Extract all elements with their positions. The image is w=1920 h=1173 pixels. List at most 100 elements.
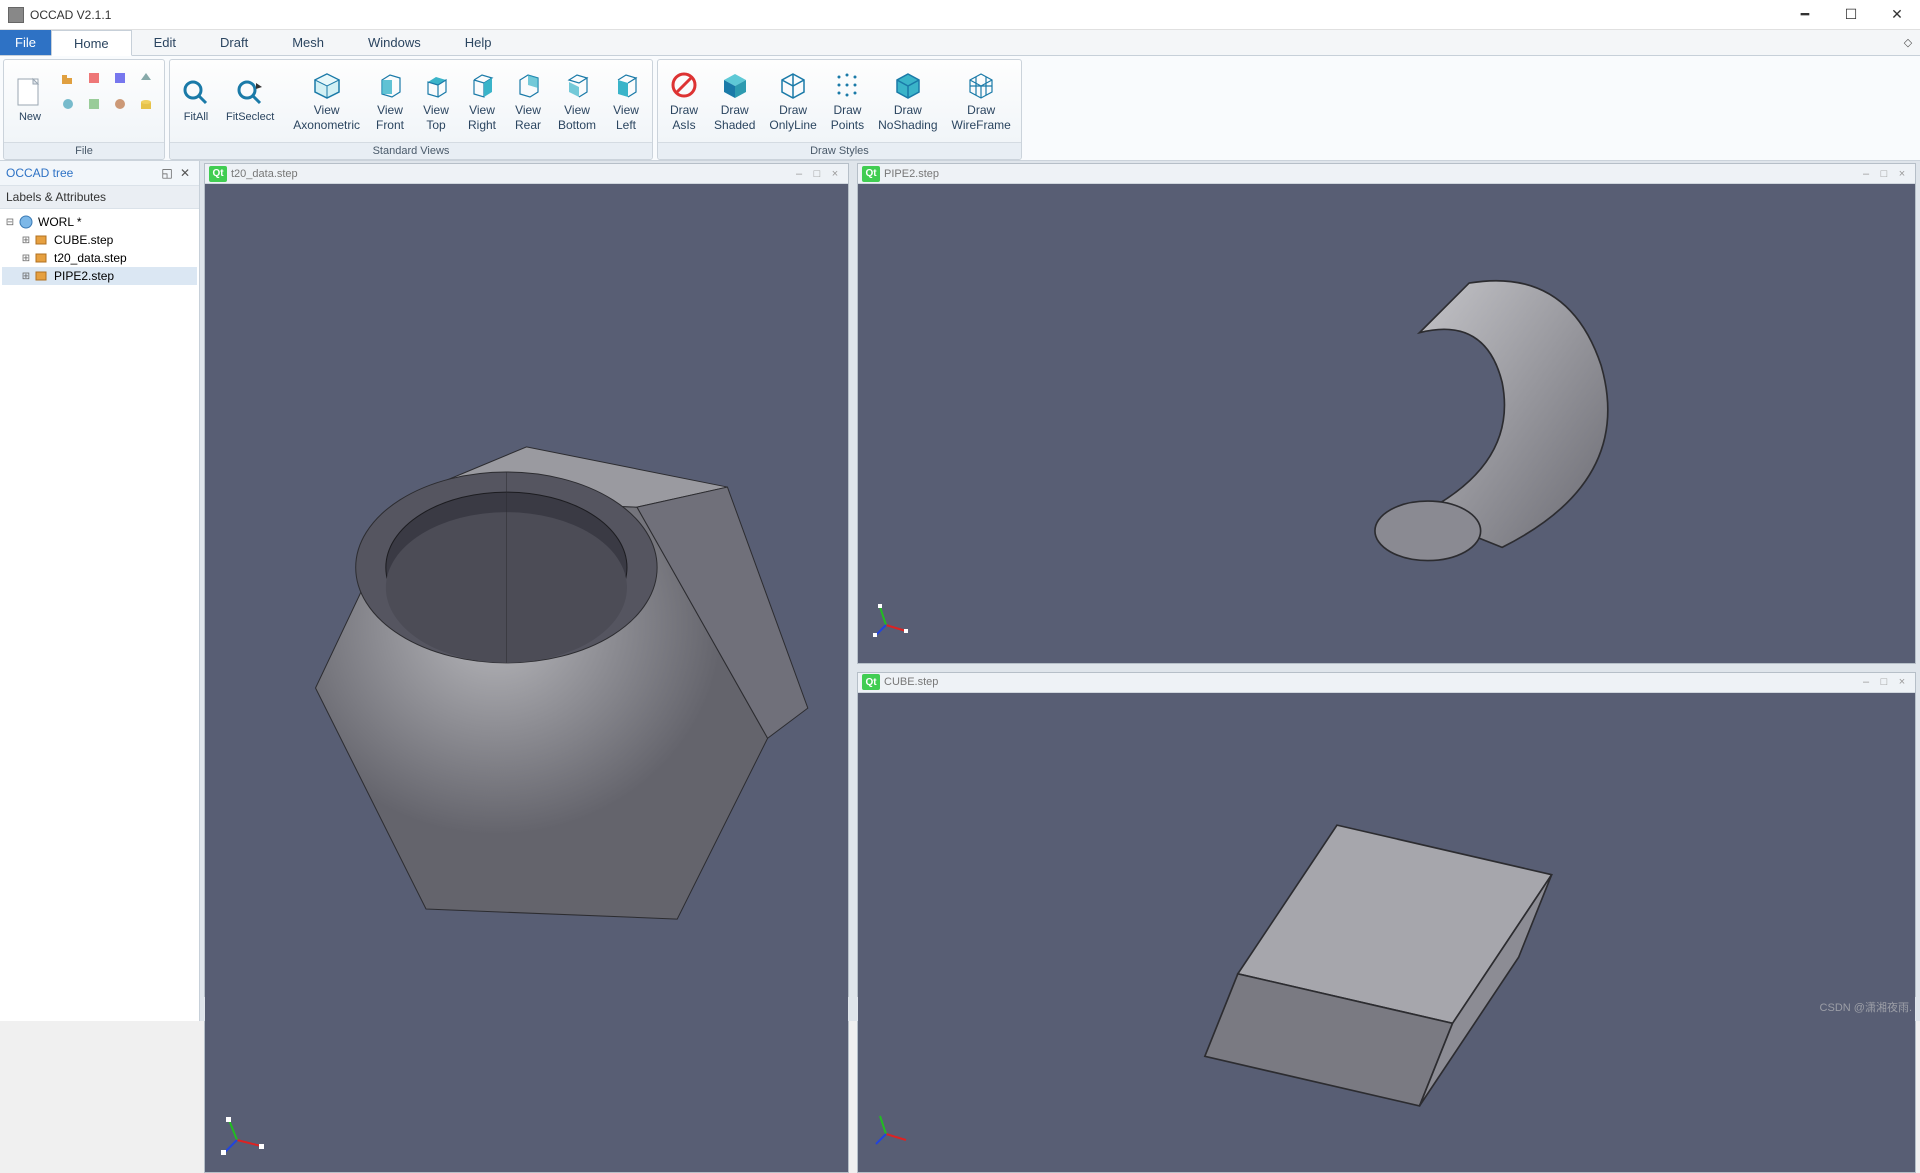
file-tool-1[interactable] <box>57 67 79 89</box>
workspace: OCCAD tree ◱ ✕ Labels & Attributes ⊟ WOR… <box>0 161 1920 1021</box>
draw-shaded-button[interactable]: DrawShaded <box>707 63 762 139</box>
part-icon <box>34 251 50 265</box>
viewport-minimize-button[interactable]: – <box>790 168 808 180</box>
file-tool-5[interactable] <box>57 93 79 115</box>
tree-dock-button[interactable]: ◱ <box>159 165 175 181</box>
tree-close-button[interactable]: ✕ <box>177 165 193 181</box>
menubar-draft[interactable]: Draft <box>198 30 270 55</box>
minimize-button[interactable]: ━ <box>1782 0 1828 30</box>
cube-axon-icon <box>311 69 343 101</box>
close-button[interactable]: ✕ <box>1874 0 1920 30</box>
file-tool-2[interactable] <box>83 67 105 89</box>
ribbon-collapse-button[interactable]: ◇ <box>1896 30 1920 55</box>
viewport-cube: Qt CUBE.step – □ × <box>857 672 1916 1173</box>
cube-bottom-icon <box>561 69 593 101</box>
viewport-canvas[interactable] <box>858 184 1915 663</box>
view-right-button[interactable]: ViewRight <box>459 63 505 139</box>
file-tool-7[interactable] <box>109 93 131 115</box>
viewport-title: t20_data.step <box>231 168 790 180</box>
viewport-minimize-button[interactable]: – <box>1857 168 1875 180</box>
fitselect-button[interactable]: FitSeclect <box>219 63 281 139</box>
menubar-edit[interactable]: Edit <box>132 30 198 55</box>
magnifier-select-icon <box>234 77 266 109</box>
viewport-close-button[interactable]: × <box>1893 676 1911 688</box>
view-front-button[interactable]: ViewFront <box>367 63 413 139</box>
view-left-button[interactable]: ViewLeft <box>603 63 649 139</box>
ribbon-group-styles: DrawAsIs DrawShaded DrawOnlyLine DrawPoi… <box>657 59 1022 160</box>
tree-item-cube[interactable]: ⊞ CUBE.step <box>2 231 197 249</box>
view-axonometric-button[interactable]: ViewAxonometric <box>286 63 367 139</box>
menubar-home[interactable]: Home <box>51 30 132 56</box>
expand-icon[interactable]: ⊞ <box>20 271 32 282</box>
viewport-area: Qt t20_data.step – □ × <box>200 161 1920 1021</box>
cube-top-icon <box>420 69 452 101</box>
cube-rear-icon <box>512 69 544 101</box>
viewport-title: PIPE2.step <box>884 168 1857 180</box>
view-top-button[interactable]: ViewTop <box>413 63 459 139</box>
viewport-maximize-button[interactable]: □ <box>1875 168 1893 180</box>
tree-subheader: Labels & Attributes <box>0 186 199 209</box>
collapse-icon[interactable]: ⊟ <box>4 217 16 228</box>
cube-right-icon <box>466 69 498 101</box>
tree-item-pipe2[interactable]: ⊞ PIPE2.step <box>2 267 197 285</box>
viewport-title: CUBE.step <box>884 676 1857 688</box>
file-tool-6[interactable] <box>83 93 105 115</box>
points-icon <box>831 69 863 101</box>
world-icon <box>18 215 34 229</box>
file-tool-3[interactable] <box>109 67 131 89</box>
no-symbol-icon <box>668 69 700 101</box>
draw-points-button[interactable]: DrawPoints <box>824 63 871 139</box>
qt-icon: Qt <box>862 166 880 182</box>
viewport-t20: Qt t20_data.step – □ × <box>204 163 849 1173</box>
tree-root[interactable]: ⊟ WORL * <box>2 213 197 231</box>
viewport-pipe2: Qt PIPE2.step – □ × <box>857 163 1916 664</box>
axis-gizmo <box>219 1110 267 1158</box>
ribbon-group-views: FitAll FitSeclect ViewAxonometric ViewFr… <box>169 59 653 160</box>
cube-noshade-icon <box>892 69 924 101</box>
cube-wireframe-icon <box>965 69 997 101</box>
tree-item-t20[interactable]: ⊞ t20_data.step <box>2 249 197 267</box>
ribbon-group-file: New File <box>3 59 165 160</box>
new-button[interactable]: New <box>7 63 53 139</box>
expand-icon[interactable]: ⊞ <box>20 235 32 246</box>
file-tool-8[interactable] <box>135 93 157 115</box>
part-icon <box>34 269 50 283</box>
app-icon <box>8 7 24 23</box>
new-file-icon <box>14 77 46 109</box>
cube-left-icon <box>610 69 642 101</box>
draw-onlyline-button[interactable]: DrawOnlyLine <box>762 63 823 139</box>
viewport-close-button[interactable]: × <box>826 168 844 180</box>
menubar-file[interactable]: File <box>0 30 51 55</box>
titlebar: OCCAD V2.1.1 ━ ☐ ✕ <box>0 0 1920 30</box>
viewport-canvas[interactable] <box>205 184 848 1172</box>
viewport-close-button[interactable]: × <box>1893 168 1911 180</box>
tree-panel: OCCAD tree ◱ ✕ Labels & Attributes ⊟ WOR… <box>0 161 200 1021</box>
axis-gizmo <box>872 1110 920 1158</box>
cube-wire-icon <box>777 69 809 101</box>
fitall-button[interactable]: FitAll <box>173 63 219 139</box>
watermark: CSDN @潇湘夜雨. <box>1820 999 1912 1015</box>
maximize-button[interactable]: ☐ <box>1828 0 1874 30</box>
menubar-mesh[interactable]: Mesh <box>270 30 346 55</box>
expand-icon[interactable]: ⊞ <box>20 253 32 264</box>
tree-body[interactable]: ⊟ WORL * ⊞ CUBE.step ⊞ t20_data.step ⊞ P… <box>0 209 199 1021</box>
cube-front-icon <box>374 69 406 101</box>
qt-icon: Qt <box>209 166 227 182</box>
draw-noshading-button[interactable]: DrawNoShading <box>871 63 944 139</box>
view-bottom-button[interactable]: ViewBottom <box>551 63 603 139</box>
viewport-minimize-button[interactable]: – <box>1857 676 1875 688</box>
axis-gizmo <box>872 601 920 649</box>
window-title: OCCAD V2.1.1 <box>30 8 1782 22</box>
part-icon <box>34 233 50 247</box>
view-rear-button[interactable]: ViewRear <box>505 63 551 139</box>
file-tool-4[interactable] <box>135 67 157 89</box>
draw-wireframe-button[interactable]: DrawWireFrame <box>945 63 1018 139</box>
menubar-help[interactable]: Help <box>443 30 514 55</box>
magnifier-icon <box>180 77 212 109</box>
viewport-canvas[interactable] <box>858 693 1915 1172</box>
qt-icon: Qt <box>862 674 880 690</box>
menubar-windows[interactable]: Windows <box>346 30 443 55</box>
draw-asis-button[interactable]: DrawAsIs <box>661 63 707 139</box>
viewport-maximize-button[interactable]: □ <box>1875 676 1893 688</box>
viewport-maximize-button[interactable]: □ <box>808 168 826 180</box>
